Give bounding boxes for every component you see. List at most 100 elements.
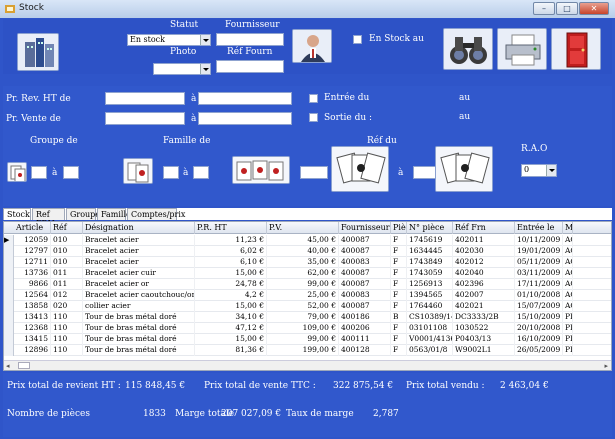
tab-groupe[interactable]: Groupe (66, 208, 100, 220)
groupe-from-button[interactable] (7, 162, 27, 182)
row-selector[interactable] (4, 334, 14, 345)
table-row[interactable]: 13413 110 Tour de bras métal doré 34,10 €79… (4, 312, 611, 323)
row-selector-current[interactable]: ▶ (4, 235, 14, 246)
tab-ref-frn[interactable]: Ref FRN (32, 208, 65, 228)
row-selector[interactable] (4, 290, 14, 301)
pr-rev-min-input[interactable] (105, 92, 185, 105)
table-cell: 011 (51, 268, 83, 279)
table-row[interactable]: 12564 012 Bracelet acier caoutchouc/or 4,2 … (4, 290, 611, 301)
pr-vente-max-input[interactable] (198, 112, 292, 125)
scroll-right-icon[interactable]: ▸ (604, 362, 608, 370)
search-button[interactable] (443, 28, 493, 70)
table-cell: 400087 (339, 268, 391, 279)
column-header[interactable]: Entrée le (515, 222, 563, 234)
famille-from-input[interactable] (163, 166, 179, 179)
table-cell: 45,00 € (267, 235, 339, 246)
close-button[interactable]: ✕ (579, 2, 609, 15)
rao-spinner[interactable]: 0 (521, 164, 557, 177)
groupe-from-input[interactable] (31, 166, 47, 179)
pr-vente-min-input[interactable] (105, 112, 185, 125)
sortie-checkbox[interactable] (309, 113, 318, 122)
stock-window: Stock – □ ✕ Statut En stock Photo Fourni… (0, 0, 615, 439)
famille-to-input[interactable] (193, 166, 209, 179)
table-row[interactable]: 13858 020 collier acier 15,00 €52,00 €40008… (4, 301, 611, 312)
scroll-thumb[interactable] (18, 362, 30, 369)
column-header[interactable]: M (563, 222, 573, 234)
column-header[interactable]: Désignation (83, 222, 195, 234)
pr-rev-ht-label: Pr. Rev. HT de (6, 94, 71, 104)
photo-select[interactable] (153, 63, 211, 75)
table-cell: F (391, 235, 407, 246)
column-header[interactable]: Pièce (391, 222, 407, 234)
tab-stock[interactable]: Stock (3, 208, 31, 220)
minimize-button[interactable]: – (533, 2, 555, 15)
supplier-button[interactable] (292, 29, 332, 63)
row-selector[interactable] (4, 257, 14, 268)
table-cell: 13736 (14, 268, 51, 279)
table-cell: 62,00 € (267, 268, 339, 279)
table-cell: 400083 (339, 290, 391, 301)
column-header[interactable]: Réf (51, 222, 83, 234)
store-button[interactable] (17, 33, 59, 71)
table-cell: AC (563, 301, 573, 312)
table-cell: Tour de bras métal doré (83, 334, 195, 345)
ref-from-input[interactable] (300, 166, 328, 179)
pv-total-label: Prix total de vente TTC : (204, 381, 316, 391)
en-stock-au-checkbox[interactable] (353, 35, 362, 44)
table-cell: Bracelet acier (83, 246, 195, 257)
table-cell: 15,00 € (195, 268, 267, 279)
row-selector[interactable] (4, 323, 14, 334)
table-cell: PL (563, 345, 573, 356)
table-cell: 9866 (14, 279, 51, 290)
ref-fourn-input[interactable] (216, 60, 284, 73)
marge-value: 207 027,09 € (221, 409, 282, 419)
groupe-to-input[interactable] (63, 166, 79, 179)
table-row[interactable]: 9866 011 Bracelet acier or 24,78 €99,00 €40… (4, 279, 611, 290)
table-cell: F (391, 279, 407, 290)
row-selector[interactable] (4, 312, 14, 323)
table-row[interactable]: 12711 010 Bracelet acier 6,10 €35,00 €40008… (4, 257, 611, 268)
tab-bar: Stock Ref FRN Groupe Famille Comptes/pri… (3, 208, 612, 228)
column-header[interactable]: P.R. HT (195, 222, 267, 234)
table-cell: 199,00 € (267, 345, 339, 356)
chevron-down-icon (200, 64, 210, 74)
table-row[interactable]: 13736 011 Bracelet acier cuir 15,00 €62,00 … (4, 268, 611, 279)
row-selector[interactable] (4, 246, 14, 257)
exit-button[interactable] (551, 28, 601, 70)
column-header[interactable]: N° pièce (407, 222, 453, 234)
column-header[interactable]: Réf Frn (453, 222, 515, 234)
statut-select[interactable]: En stock (127, 34, 211, 46)
price-filter-panel: Pr. Rev. HT de à Pr. Vente de à Entrée d… (3, 86, 612, 206)
tab-famille[interactable]: Famille (97, 208, 131, 220)
pr-rev-max-input[interactable] (198, 92, 292, 105)
column-header[interactable]: P.V. (267, 222, 339, 234)
ref-to-picker-button[interactable] (435, 146, 493, 192)
ref-from-picker-button[interactable] (331, 146, 389, 192)
table-row[interactable]: 13415 110 Tour de bras métal doré 15,00 €99… (4, 334, 611, 345)
column-header[interactable]: Article (14, 222, 51, 234)
print-button[interactable] (497, 28, 547, 70)
row-selector[interactable] (4, 345, 14, 356)
row-selector[interactable] (4, 268, 14, 279)
row-selector[interactable] (4, 301, 14, 312)
ref-from-button[interactable] (232, 156, 290, 184)
tab-comptes-prix[interactable]: Comptes/prix (127, 208, 185, 220)
table-cell: 402040 (453, 268, 515, 279)
table-cell: 16/10/2009 (515, 334, 563, 345)
app-icon (5, 5, 15, 13)
table-row[interactable]: ▶ 12059 010 Bracelet acier 11,23 €45,00 €400… (4, 235, 611, 246)
scroll-left-icon[interactable]: ◂ (6, 362, 10, 370)
famille-from-button[interactable] (123, 158, 153, 184)
maximize-button[interactable]: □ (556, 2, 578, 15)
fournisseur-input[interactable] (216, 33, 284, 46)
table-row[interactable]: 12368 110 Tour de bras métal doré 47,12 €10… (4, 323, 611, 334)
horizontal-scrollbar[interactable]: ◂ ▸ (4, 360, 611, 370)
column-header[interactable]: Fournisseur (339, 222, 391, 234)
table-row[interactable]: 12896 110 Tour de bras métal doré 81,36 €19… (4, 345, 611, 356)
table-row[interactable]: 12797 010 Bracelet acier 6,02 €40,00 €40008… (4, 246, 611, 257)
table-cell: 20/10/2008 (515, 323, 563, 334)
row-selector[interactable] (4, 279, 14, 290)
entree-checkbox[interactable] (309, 94, 318, 103)
binoculars-icon (444, 29, 492, 69)
table-cell: 400128 (339, 345, 391, 356)
